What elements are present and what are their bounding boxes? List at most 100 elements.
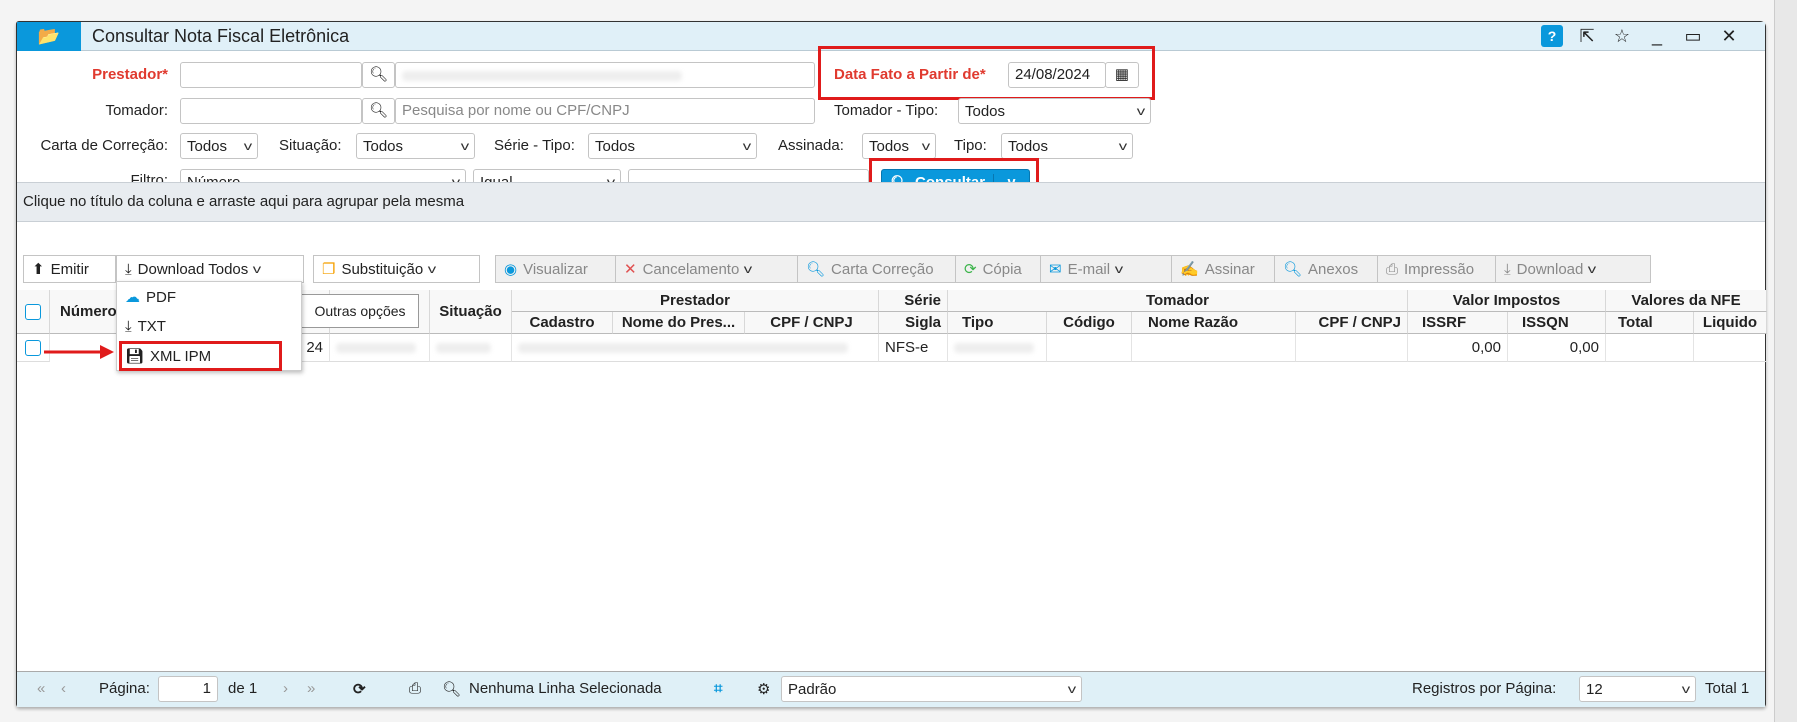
chevron-down-icon: v [744, 262, 753, 276]
assinada-select[interactable]: Todos v [862, 133, 936, 159]
substituicao-button[interactable]: ❐ Substituição v [313, 255, 480, 283]
chevron-down-icon: v [1067, 682, 1077, 696]
selection-status: Nenhuma Linha Selecionada [469, 680, 662, 697]
search-icon[interactable]: 🔍︎ [442, 680, 461, 698]
download-icon: ⤓ [1504, 260, 1511, 278]
download-button[interactable]: ⤓ Download v [1495, 255, 1651, 283]
tomador-tipo-label: Tomador - Tipo: [834, 102, 939, 119]
layout-select[interactable]: Padrão v [781, 676, 1082, 702]
data-fato-label: Data Fato a Partir de* [834, 66, 986, 83]
emitir-button[interactable]: ⬆ Emitir [23, 255, 116, 283]
col-tipo[interactable]: Tipo [948, 312, 1047, 334]
download-todos-button[interactable]: ⤓ Download Todos v [116, 255, 304, 283]
button-label: Download [1516, 260, 1584, 278]
menu-item-label: TXT [137, 317, 166, 335]
share-icon[interactable]: ⇱ [1575, 25, 1599, 47]
refresh-icon[interactable]: ⟳ [353, 680, 366, 698]
chevron-down-icon: v [1114, 262, 1124, 276]
button-label: Visualizar [523, 260, 588, 278]
gear-icon[interactable]: ⚙ [757, 680, 770, 698]
group-impostos: Valor Impostos [1408, 290, 1606, 312]
cancelamento-button[interactable]: ✕ Cancelamento v [615, 255, 798, 283]
assinar-button[interactable]: ✍ Assinar [1171, 255, 1275, 283]
chevron-down-icon: v [253, 262, 262, 276]
col-sigla[interactable]: Sigla [879, 312, 948, 334]
calendar-button[interactable]: ▦ [1105, 62, 1139, 88]
prestador-search-button[interactable]: 🔍︎ [362, 62, 395, 88]
menu-item-txt[interactable]: ⤓ TXT [121, 313, 166, 339]
select-value: Todos [595, 137, 636, 155]
per-page-select[interactable]: 12 v [1579, 676, 1696, 702]
page-input[interactable]: 1 [158, 676, 218, 702]
col-issqn[interactable]: ISSQN [1508, 312, 1606, 334]
window-title: Consultar Nota Fiscal Eletrônica [92, 26, 350, 46]
last-page-icon[interactable]: » [307, 680, 315, 697]
select-all-checkbox[interactable] [25, 303, 41, 320]
chevron-down-icon: v [460, 139, 470, 153]
next-page-icon[interactable]: › [283, 680, 288, 697]
email-button[interactable]: ✉ E-mail v [1040, 255, 1172, 283]
close-icon[interactable]: ✕ [1717, 25, 1741, 47]
prev-page-icon[interactable]: ‹ [61, 680, 66, 697]
row-checkbox[interactable] [25, 339, 41, 356]
col-nome-razao[interactable]: Nome Razão [1132, 312, 1296, 334]
prestador-name-input[interactable] [395, 62, 815, 88]
group-by-area[interactable]: Clique no título da coluna e arraste aqu… [17, 182, 1765, 222]
menu-item-label: PDF [146, 288, 176, 306]
tooltip-outras-opcoes: Outras opções [301, 294, 419, 328]
button-label: Emitir [50, 260, 89, 278]
search-icon: 🔍︎ [1283, 261, 1303, 278]
col-liquido[interactable]: Liquido [1694, 312, 1767, 334]
select-all-cell[interactable] [17, 290, 50, 334]
menu-item-label: XML IPM [150, 347, 212, 365]
select-value: Todos [965, 102, 1006, 120]
button-label: Impressão [1404, 260, 1475, 278]
button-label: Cópia [982, 260, 1022, 278]
cell-cpf-tomador [1296, 334, 1408, 362]
copia-button[interactable]: ⟳ Cópia [955, 255, 1041, 283]
select-value: Todos [363, 137, 404, 155]
group-prestador: Prestador [512, 290, 879, 312]
star-icon[interactable]: ☆ [1610, 25, 1634, 47]
scrollbar[interactable] [1774, 0, 1797, 722]
redacted-text [402, 71, 682, 81]
prestador-code-input[interactable] [180, 62, 362, 88]
visualizar-button[interactable]: ◉ Visualizar [495, 255, 616, 283]
assinada-label: Assinada: [778, 137, 844, 154]
printer-icon[interactable]: ⎙ [409, 680, 421, 697]
situacao-label: Situação: [279, 137, 342, 154]
first-page-icon[interactable]: « [37, 680, 45, 697]
carta-correcao-button[interactable]: 🔍︎ Carta Correção [797, 255, 956, 283]
select-value: Padrão [788, 680, 837, 698]
col-nome-prestador[interactable]: Nome do Pres... [613, 312, 745, 334]
col-cpf-prestador[interactable]: CPF / CNPJ [745, 312, 879, 334]
col-situacao[interactable]: Situação [430, 290, 512, 334]
tomador-label: Tomador: [105, 102, 168, 119]
tomador-name-input[interactable]: Pesquisa por nome ou CPF/CNPJ [395, 98, 815, 124]
impressao-button[interactable]: ⎙ Impressão [1377, 255, 1496, 283]
data-fato-input[interactable]: 24/08/2024 [1008, 62, 1106, 88]
tomador-tipo-select[interactable]: Todos v [958, 98, 1151, 124]
chevron-down-icon: v [921, 139, 931, 153]
col-issrf[interactable]: ISSRF [1408, 312, 1508, 334]
crop-icon[interactable]: ⌗ [714, 680, 722, 697]
anexos-button[interactable]: 🔍︎ Anexos [1274, 255, 1378, 283]
tomador-search-button[interactable]: 🔍︎ [362, 98, 395, 124]
button-label: Assinar [1204, 260, 1255, 278]
help-icon[interactable]: ? [1541, 25, 1563, 47]
tipo-select[interactable]: Todos v [1001, 133, 1133, 159]
menu-item-xml-ipm[interactable]: 💾︎ XML IPM [121, 343, 211, 369]
col-total[interactable]: Total [1606, 312, 1694, 334]
carta-select[interactable]: Todos v [180, 133, 258, 159]
col-cadastro[interactable]: Cadastro [512, 312, 613, 334]
minimize-icon[interactable]: _ [1645, 25, 1669, 47]
chevron-down-icon: v [1681, 682, 1691, 696]
situacao-select[interactable]: Todos v [356, 133, 475, 159]
menu-item-pdf[interactable]: ☁ PDF [121, 284, 176, 310]
maximize-icon[interactable]: ▭ [1681, 25, 1705, 47]
cell-tipo [948, 334, 1047, 362]
serie-select[interactable]: Todos v [588, 133, 757, 159]
tomador-code-input[interactable] [180, 98, 362, 124]
col-cpf-tomador[interactable]: CPF / CNPJ [1296, 312, 1408, 334]
col-codigo[interactable]: Código [1047, 312, 1132, 334]
